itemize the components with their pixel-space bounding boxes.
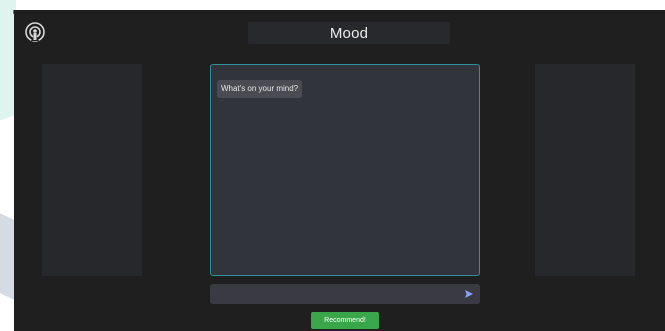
right-side-panel (535, 64, 635, 276)
app-window: Mood What's on your mind? Recommend! (14, 10, 665, 331)
screen: Mood What's on your mind? Recommend! (0, 0, 665, 331)
page-title-text: Mood (329, 24, 369, 42)
page-title: Mood (248, 22, 450, 44)
recommend-button[interactable]: Recommend! (311, 312, 379, 329)
message-input[interactable] (210, 284, 454, 304)
broadcast-icon[interactable] (24, 21, 46, 43)
chat-panel: What's on your mind? (210, 64, 480, 276)
chat-message: What's on your mind? (217, 80, 303, 98)
message-input-bar (210, 284, 480, 304)
send-icon[interactable] (458, 284, 480, 304)
left-side-panel (42, 64, 142, 276)
